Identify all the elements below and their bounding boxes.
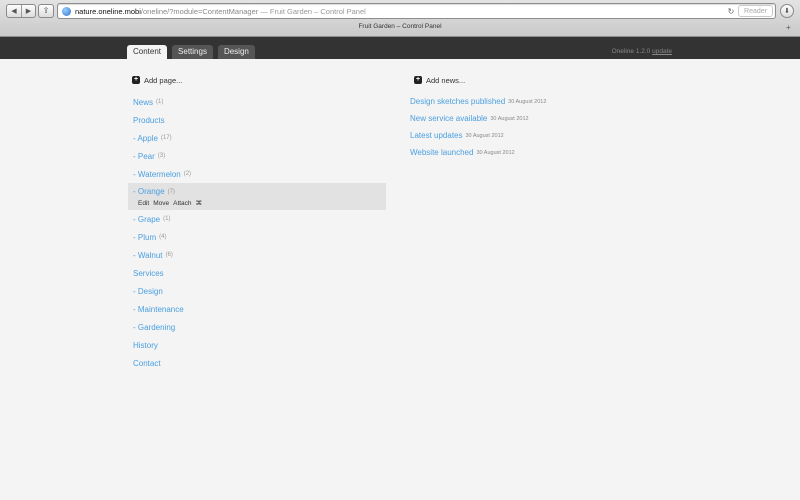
page-item-plum[interactable]: - Plum (4) xyxy=(128,228,386,246)
news-item[interactable]: Design sketches published 30 August 2012 xyxy=(410,93,670,110)
page-item-walnut[interactable]: - Walnut (6) xyxy=(128,246,386,264)
page-count: (2) xyxy=(183,171,192,177)
page-item-maintenance[interactable]: - Maintenance xyxy=(128,300,386,318)
url-page-title: — Fruit Garden – Control Panel xyxy=(258,6,366,16)
page-count: (1) xyxy=(163,216,171,222)
version-info: Oneline 1.2.0 update xyxy=(612,48,672,55)
page-actions: Edit Move Attach ⌘ xyxy=(138,199,203,208)
page-title: - Apple xyxy=(133,133,158,143)
add-news-label: Add news... xyxy=(426,75,466,85)
page-item-watermelon[interactable]: - Watermelon (2) xyxy=(128,165,386,183)
reader-button[interactable]: Reader xyxy=(738,5,773,17)
page-count: (6) xyxy=(165,252,173,258)
page-count: (7) xyxy=(167,188,175,195)
page-item-pear[interactable]: - Pear (3) xyxy=(128,147,386,165)
page-item-gardening[interactable]: - Gardening xyxy=(128,318,386,336)
page-title: - Design xyxy=(133,286,163,296)
news-date: 30 August 2012 xyxy=(490,115,529,122)
page-title: Services xyxy=(133,268,164,278)
page-item-products[interactable]: Products xyxy=(128,111,386,129)
news-item[interactable]: New service available 30 August 2012 xyxy=(410,110,670,127)
page-count: (1) xyxy=(156,99,164,105)
tab-content[interactable]: Content xyxy=(127,45,168,59)
add-page-label: Add page... xyxy=(144,75,183,85)
page-title: - Grape xyxy=(133,214,161,224)
nav-buttons: ◀ ▶ xyxy=(6,4,36,18)
update-link[interactable]: update xyxy=(652,48,672,55)
page-title: News xyxy=(133,97,154,107)
browser-toolbar: ◀ ▶ ⇪ nature.oneline.mobi/oneline/?modul… xyxy=(0,0,800,37)
news-item[interactable]: Latest updates 30 August 2012 xyxy=(410,127,670,144)
address-bar[interactable]: nature.oneline.mobi/oneline/?module=Cont… xyxy=(57,3,776,19)
news-title: Latest updates xyxy=(410,131,463,140)
back-icon[interactable]: ◀ xyxy=(7,5,21,17)
command-icon[interactable]: ⌘ xyxy=(196,199,203,207)
forward-icon[interactable]: ▶ xyxy=(21,5,35,17)
tab-settings[interactable]: Settings xyxy=(172,45,213,59)
tab-design[interactable]: Design xyxy=(217,45,255,59)
news-title: New service available xyxy=(410,114,488,123)
page-title: - Orange xyxy=(133,187,165,196)
app-header: Content Settings Design Oneline 1.2.0 up… xyxy=(0,37,800,59)
news-column: + Add news... Design sketches published … xyxy=(410,74,670,161)
page-count: (3) xyxy=(157,153,166,159)
edit-button[interactable]: Edit xyxy=(138,200,149,207)
version-text: Oneline 1.2.0 xyxy=(611,48,651,55)
plus-icon: + xyxy=(132,76,140,84)
plus-icon: + xyxy=(414,76,422,84)
url-host: nature.oneline.mobi xyxy=(75,6,141,16)
page-title: Contact xyxy=(133,358,161,368)
news-title: Website launched xyxy=(410,148,474,157)
window-title: Fruit Garden – Control Panel xyxy=(358,23,442,30)
selected-page-line: - Orange (7) xyxy=(133,187,175,196)
new-tab-button[interactable]: + xyxy=(786,23,791,33)
page-item-services[interactable]: Services xyxy=(128,264,386,282)
download-icon[interactable]: ⬇ xyxy=(780,4,794,18)
add-news-button[interactable]: + Add news... xyxy=(414,74,670,86)
page-item-history[interactable]: History xyxy=(128,336,386,354)
page-title: - Plum xyxy=(133,232,157,242)
share-icon[interactable]: ⇪ xyxy=(38,4,54,18)
page-title: - Watermelon xyxy=(133,169,181,179)
reload-icon[interactable]: ↻ xyxy=(724,7,738,16)
main-tabs: Content Settings Design xyxy=(127,45,255,59)
page-title: - Gardening xyxy=(133,322,176,332)
page-item-grape[interactable]: - Grape (1) xyxy=(128,210,386,228)
page-title: - Walnut xyxy=(133,250,163,260)
globe-icon xyxy=(62,6,71,16)
page-title: - Maintenance xyxy=(133,304,184,314)
news-date: 30 August 2012 xyxy=(508,98,547,105)
pages-column: + Add page... News (1) Products - Apple … xyxy=(128,74,386,372)
page-item-contact[interactable]: Contact xyxy=(128,354,386,372)
page-item-news[interactable]: News (1) xyxy=(128,93,386,111)
page-count: (17) xyxy=(160,135,172,141)
url-text[interactable]: nature.oneline.mobi/oneline/?module=Cont… xyxy=(75,7,366,16)
add-page-button[interactable]: + Add page... xyxy=(132,74,386,86)
page-title: History xyxy=(133,340,158,350)
page-count: (4) xyxy=(159,234,167,240)
page-title: - Pear xyxy=(133,151,155,161)
page-item-orange[interactable]: - Orange (7) Edit Move Attach ⌘ xyxy=(128,183,386,210)
url-path: /oneline/?module=ContentManager xyxy=(140,6,259,16)
page-item-apple[interactable]: - Apple (17) xyxy=(128,129,386,147)
move-button[interactable]: Move xyxy=(153,200,169,207)
news-title: Design sketches published xyxy=(410,97,506,106)
news-date: 30 August 2012 xyxy=(465,132,504,139)
news-item[interactable]: Website launched 30 August 2012 xyxy=(410,144,670,161)
news-date: 30 August 2012 xyxy=(476,149,515,156)
page-title: Products xyxy=(133,115,165,125)
page-item-design[interactable]: - Design xyxy=(128,282,386,300)
attach-button[interactable]: Attach xyxy=(173,200,191,207)
